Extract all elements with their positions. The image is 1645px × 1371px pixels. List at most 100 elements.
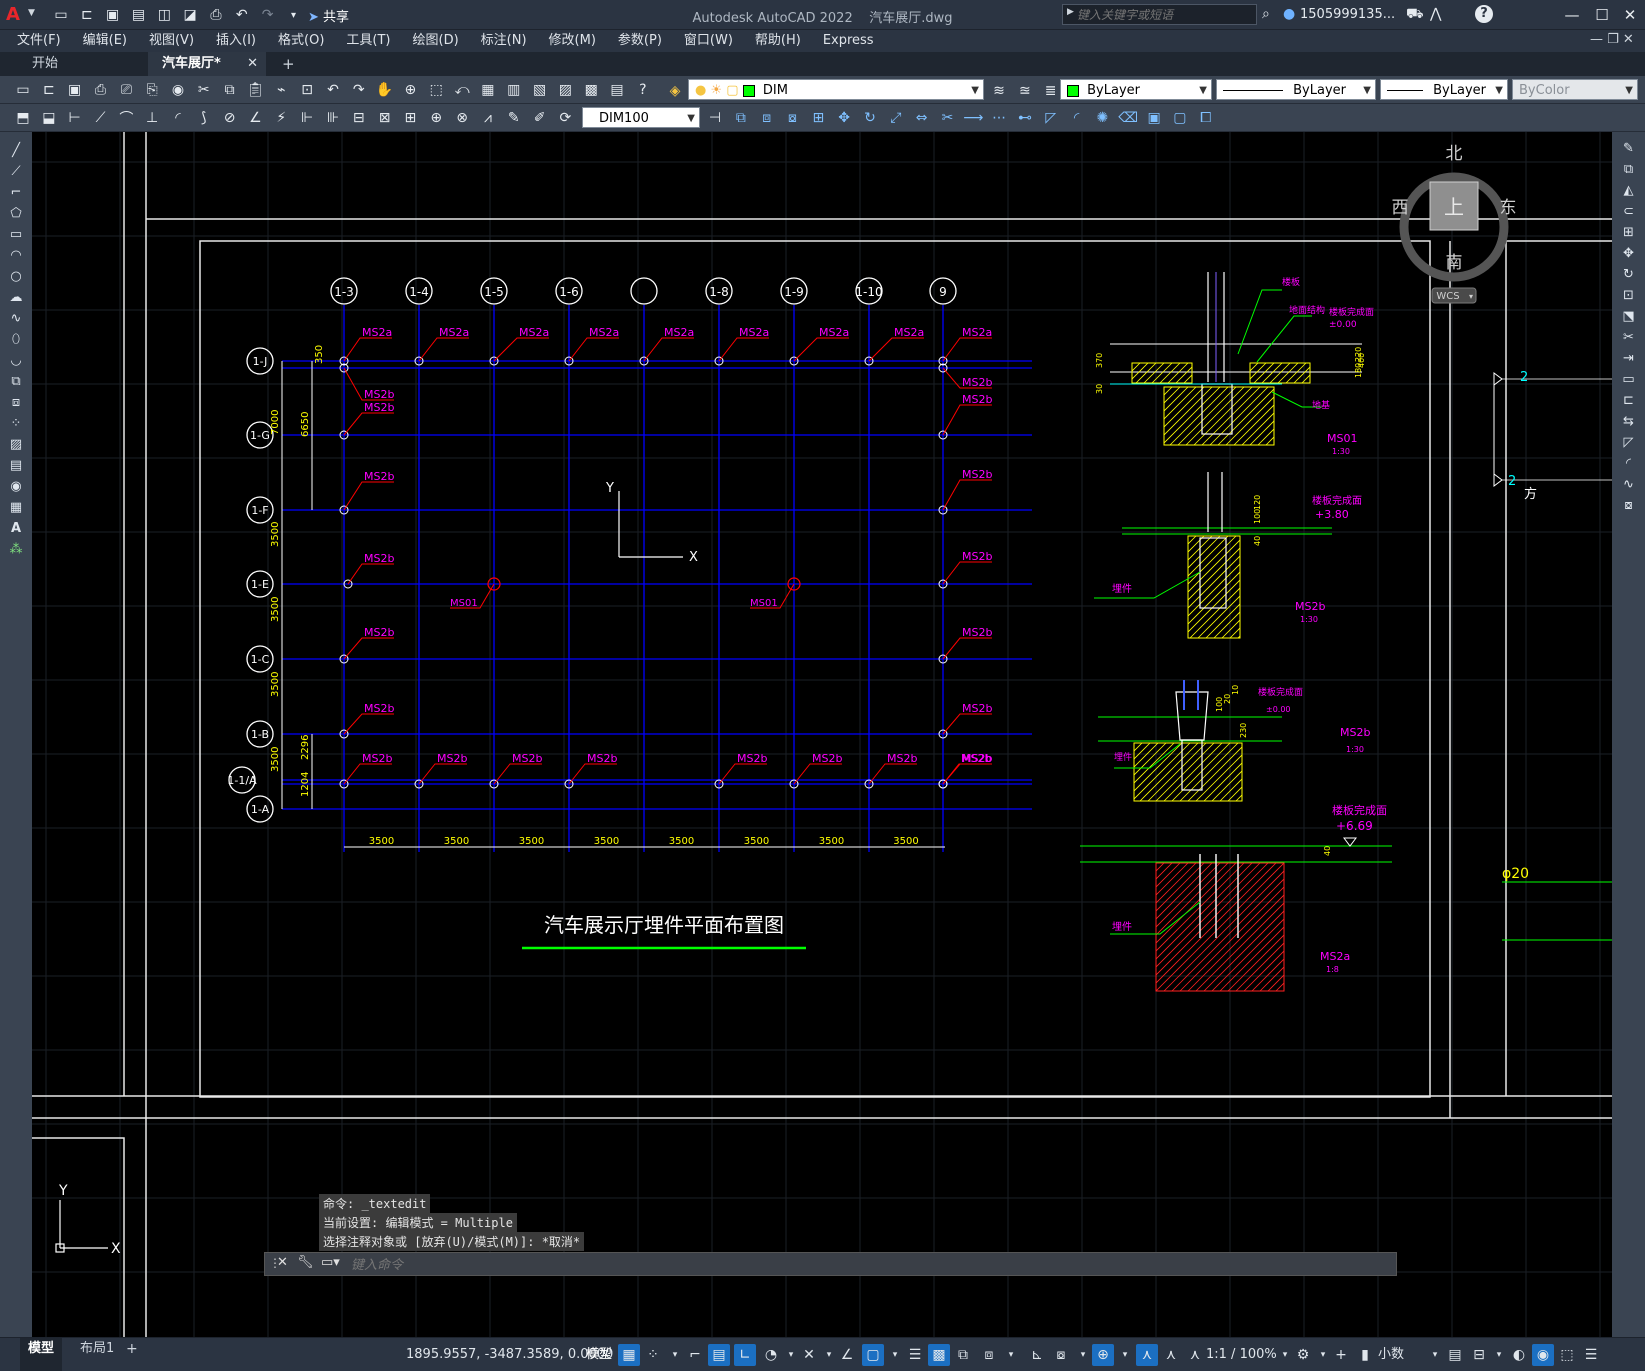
mtext-icon[interactable]: A <box>4 519 28 539</box>
user-name[interactable]: 1505999135... <box>1300 7 1395 22</box>
isodraft-icon[interactable]: ✕ <box>798 1344 820 1366</box>
menu-item[interactable]: 插入(I) <box>205 30 267 52</box>
copy-obj-icon[interactable]: ⧉ <box>730 107 752 129</box>
annotation-scale-value[interactable]: 1:1 / 100% <box>1206 1345 1277 1365</box>
polyline-icon[interactable]: ⌐ <box>4 183 28 203</box>
3d-dwf-icon[interactable]: ◉ <box>167 79 189 101</box>
workspace-gear-icon[interactable]: ⚙ <box>1292 1344 1314 1366</box>
layer-manager-icon[interactable]: ◈ <box>664 80 686 102</box>
trim-tool-icon[interactable]: ✂ <box>1617 328 1641 348</box>
quick-dim-icon[interactable]: ⚡ <box>270 107 292 129</box>
baseline-icon[interactable]: ⊩ <box>296 107 318 129</box>
viewcube-west[interactable]: 西 <box>1392 198 1409 218</box>
zoom-previous-icon[interactable]: ⤺ <box>451 79 473 101</box>
mirror-tool-icon[interactable]: ◭ <box>1617 181 1641 201</box>
dim-text-edit-icon[interactable]: ✐ <box>529 107 551 129</box>
workspace-icon[interactable]: ⬒ <box>12 107 34 129</box>
print-icon[interactable]: ⎙ <box>89 79 111 101</box>
tolerance-icon[interactable]: ⊞ <box>399 107 421 129</box>
layer-state-icon[interactable]: ≣ <box>1040 80 1062 102</box>
viewcube-north[interactable]: 北 <box>1446 144 1463 164</box>
coordinates-readout[interactable]: 1895.9557, -3487.3589, 0.0000 <box>406 1345 613 1365</box>
wcs-chevron-icon[interactable]: ▾ <box>1469 292 1473 301</box>
redo-icon[interactable]: ↷ <box>348 79 370 101</box>
break-icon[interactable]: ⊠ <box>374 107 396 129</box>
gradient-icon[interactable]: ▤ <box>4 456 28 476</box>
ordinate-icon[interactable]: ⊥ <box>141 107 163 129</box>
doc-window-controls[interactable]: — ❐ ✕ <box>1590 32 1634 47</box>
angular-icon[interactable]: ∠ <box>244 107 266 129</box>
region-icon[interactable]: ◉ <box>4 477 28 497</box>
pan-icon[interactable]: ✋ <box>374 79 396 101</box>
dynamic-input-icon[interactable]: ▤ <box>708 1344 730 1366</box>
3d-osnap-chevron-icon[interactable]: ▾ <box>1000 1344 1022 1366</box>
units-value[interactable]: 小数 <box>1378 1345 1404 1365</box>
model-space-button[interactable]: 模型 <box>586 1345 612 1365</box>
linear-dim-icon[interactable]: ⊢ <box>64 107 86 129</box>
drawing-canvas[interactable]: 1-3 1-4 1-5 1-6 1-8 1-9 1-10 9 1-J 1-G 1-F 1-E 1-C 1-… <box>32 132 1612 1337</box>
recent-commands-icon[interactable]: ▭▾ <box>321 1255 340 1270</box>
command-input[interactable] <box>351 1255 1391 1273</box>
jog-line-icon[interactable]: ⩘ <box>477 107 499 129</box>
explode-icon[interactable]: ✺ <box>1091 107 1113 129</box>
linetype-dropdown[interactable]: ByLayer ▼ <box>1216 79 1376 100</box>
menu-item[interactable]: 工具(T) <box>335 30 401 52</box>
help-icon[interactable]: ? <box>1475 5 1493 23</box>
trim-icon[interactable]: ✂ <box>936 107 958 129</box>
chamfer-tool-icon[interactable]: ◸ <box>1617 433 1641 453</box>
menu-item[interactable]: 视图(V) <box>138 30 205 52</box>
insert-block-icon[interactable]: ⧉ <box>4 372 28 392</box>
break-point-icon[interactable]: ⋯ <box>988 107 1010 129</box>
rotate-icon[interactable]: ↻ <box>859 107 881 129</box>
dynamic-ucs-icon[interactable]: ⊾ <box>1026 1344 1048 1366</box>
new-icon[interactable]: ▭ <box>12 79 34 101</box>
mirror-icon[interactable]: ⧈ <box>756 107 778 129</box>
plotstyle-dropdown[interactable]: ByColor ▼ <box>1512 79 1638 100</box>
menu-item[interactable]: 修改(M) <box>538 30 607 52</box>
viewcube-south[interactable]: 南 <box>1446 253 1463 273</box>
menu-item[interactable]: Express <box>812 30 885 52</box>
center-mark-icon[interactable]: ⊕ <box>425 107 447 129</box>
sheet-set-icon[interactable]: ▨ <box>554 79 576 101</box>
lineweight-dropdown[interactable]: ByLayer ▼ <box>1380 79 1508 100</box>
fillet-tool-icon[interactable]: ◜ <box>1617 454 1641 474</box>
menu-item[interactable]: 格式(O) <box>267 30 335 52</box>
gizmo-chevron-icon[interactable]: ▾ <box>1114 1344 1136 1366</box>
print-preview-icon[interactable]: ⎚ <box>115 79 137 101</box>
dim-edit-icon[interactable]: ✎ <box>503 107 525 129</box>
move-icon[interactable]: ✥ <box>833 107 855 129</box>
drawing-svg[interactable]: 1-3 1-4 1-5 1-6 1-8 1-9 1-10 9 1-J 1-G 1-F 1-E 1-C 1-… <box>32 132 1612 1337</box>
stretch-icon[interactable]: ⇔ <box>911 107 933 129</box>
add-layout-icon[interactable]: + <box>126 1338 138 1360</box>
circle-icon[interactable]: ○ <box>4 267 28 287</box>
fillet-icon[interactable]: ◜ <box>1066 107 1088 129</box>
block-editor-icon[interactable]: ⊡ <box>296 79 318 101</box>
viewcube-east[interactable]: 东 <box>1500 198 1517 218</box>
rectangle-icon[interactable]: ▭ <box>4 225 28 245</box>
customize-wrench-icon[interactable]: 🔧︎ <box>297 1255 314 1270</box>
search-box[interactable]: ▶ <box>1062 4 1257 25</box>
scale-tool-icon[interactable]: ⊡ <box>1617 286 1641 306</box>
continue-icon[interactable]: ⊪ <box>322 107 344 129</box>
cut-icon[interactable]: ✂ <box>193 79 215 101</box>
move-tool-icon[interactable]: ✥ <box>1617 244 1641 264</box>
scale-icon[interactable]: ⤢ <box>885 107 907 129</box>
open-icon[interactable]: ⊏ <box>38 79 60 101</box>
search-expand-icon[interactable]: ▶ <box>1067 7 1074 17</box>
table-icon[interactable]: ▦ <box>4 498 28 518</box>
units-icon[interactable]: ▮ <box>1354 1344 1376 1366</box>
selection-filter-icon[interactable]: ⧇ <box>1050 1344 1072 1366</box>
3d-osnap-icon[interactable]: ⧈ <box>978 1344 1000 1366</box>
isolate-objects-icon[interactable]: ◐ <box>1508 1344 1530 1366</box>
infer-constraints-icon[interactable]: ⌐ <box>684 1344 706 1366</box>
menu-item[interactable]: 绘图(D) <box>402 30 470 52</box>
jogged-icon[interactable]: ⟆ <box>193 107 215 129</box>
copy-icon[interactable]: ⧉ <box>219 79 241 101</box>
dim-update-icon[interactable]: ⟳ <box>554 107 576 129</box>
auto-scale-icon[interactable]: ⋏ <box>1160 1344 1182 1366</box>
search-input[interactable] <box>1077 6 1252 23</box>
space-icon[interactable]: ⊟ <box>348 107 370 129</box>
menu-item[interactable]: 窗口(W) <box>673 30 744 52</box>
add-selected-icon[interactable]: ⁂ <box>4 540 28 560</box>
blend-tool-icon[interactable]: ∿ <box>1617 475 1641 495</box>
